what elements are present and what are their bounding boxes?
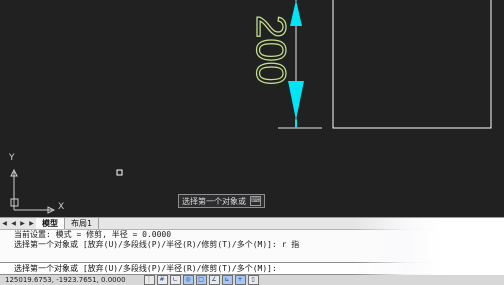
command-history: 当前设置: 模式 = 修剪, 半径 = 0.0000 选择第一个对象或 [放弃(… bbox=[0, 229, 504, 262]
ducs-icon[interactable]: ⊾ bbox=[221, 275, 233, 285]
dimension-arrow-bottom bbox=[288, 81, 304, 120]
command-history-line: 当前设置: 模式 = 修剪, 半径 = 0.0000 bbox=[14, 230, 172, 239]
drafting-settings-toolbar: ⋮ # ∟ ◎ □ ∠ ⊾ + ▯ bbox=[143, 275, 259, 285]
drawing-svg: 200 bbox=[10, 0, 492, 214]
ucs-icon bbox=[10, 168, 56, 214]
tooltip-text: 选择第一个对象或 bbox=[182, 196, 246, 206]
keyboard-icon[interactable]: ⌨ bbox=[250, 196, 261, 206]
axis-y-label: Y bbox=[9, 153, 15, 163]
coordinate-readout[interactable]: 125019.6753, -1923.7651, 0.0000 bbox=[5, 276, 126, 284]
ortho-icon[interactable]: ∟ bbox=[169, 275, 181, 285]
polar-icon[interactable]: ◎ bbox=[182, 275, 194, 285]
dynamic-input-tooltip: 选择第一个对象或 ⌨ bbox=[178, 194, 265, 208]
command-history-line: 选择第一个对象或 [放弃(U)/多段线(P)/半径(R)/修剪(T)/多个(M)… bbox=[14, 240, 300, 249]
snap-icon[interactable]: ⋮ bbox=[143, 275, 155, 285]
pickbox-cursor bbox=[116, 169, 123, 176]
drawing-canvas[interactable]: 200 Y X 选择第一个对象或 ⌨ bbox=[0, 0, 504, 217]
command-prompt: 选择第一个对象或 [放弃(U)/多段线(P)/半径(R)/修剪(T)/多个(M)… bbox=[14, 264, 277, 273]
rectangle-geometry bbox=[332, 0, 492, 129]
lineweight-icon[interactable]: ▯ bbox=[247, 275, 259, 285]
axis-x-label: X bbox=[58, 202, 65, 212]
dyn-icon[interactable]: + bbox=[234, 275, 246, 285]
status-bar: 125019.6753, -1923.7651, 0.0000 ⋮ # ∟ ◎ … bbox=[0, 275, 504, 285]
otrack-icon[interactable]: ∠ bbox=[208, 275, 220, 285]
command-line[interactable]: 选择第一个对象或 [放弃(U)/多段线(P)/半径(R)/修剪(T)/多个(M)… bbox=[0, 262, 504, 275]
command-input[interactable] bbox=[281, 263, 442, 274]
grid-icon[interactable]: # bbox=[156, 275, 168, 285]
osnap-icon[interactable]: □ bbox=[195, 275, 207, 285]
dimension-text: 200 bbox=[248, 15, 295, 85]
